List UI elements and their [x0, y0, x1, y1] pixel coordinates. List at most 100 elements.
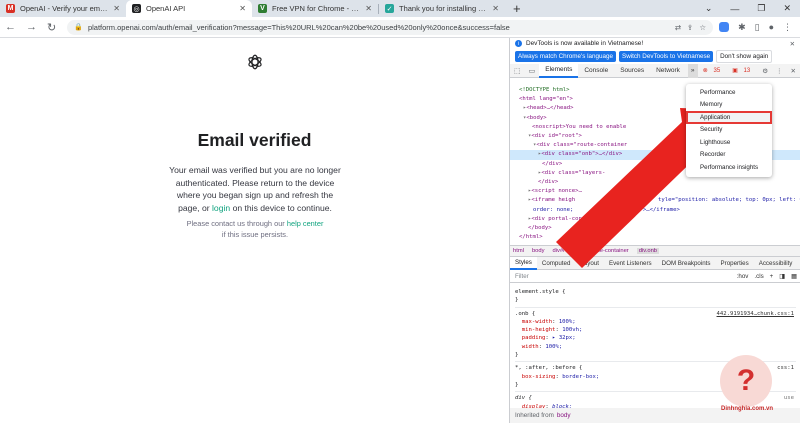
dom-line[interactable]: ▸<div portal-conta	[510, 215, 800, 224]
menu-item-recorder[interactable]: Recorder	[686, 149, 772, 162]
computed-sidebar-icon[interactable]: ◨	[779, 273, 785, 280]
dom-line[interactable]: </body>	[510, 224, 800, 233]
tab-openai-api[interactable]: ◎ OpenAI API ✕	[126, 0, 252, 17]
breadcrumb-item-current[interactable]: div.onb	[636, 248, 660, 254]
info-icon: i	[515, 40, 522, 47]
verification-message: Your email was verified but you are no l…	[165, 164, 345, 214]
extensions-puzzle-icon[interactable]: ✱	[738, 22, 746, 33]
dom-text: <script nonce>…	[531, 188, 582, 195]
forward-icon[interactable]: →	[21, 21, 42, 33]
kebab-icon[interactable]: ⋮	[772, 67, 787, 75]
close-icon[interactable]: ✕	[790, 40, 795, 48]
hover-state-button[interactable]: :hov	[737, 273, 749, 280]
tab-layout[interactable]: Layout	[575, 257, 604, 270]
dont-show-again-button[interactable]: Don't show again	[716, 50, 773, 63]
minimize-icon[interactable]: —	[721, 4, 748, 14]
dom-text: den;">…</iframe>	[626, 206, 680, 213]
match-language-button[interactable]: Always match Chrome's language	[515, 51, 617, 62]
profile-avatar-icon[interactable]: ●	[769, 22, 774, 32]
breadcrumb-item[interactable]: body	[532, 248, 545, 254]
share-icon[interactable]: ⇪	[687, 23, 693, 32]
issue-count-badge[interactable]: ▣ 13	[728, 67, 758, 75]
tab-console[interactable]: Console	[578, 64, 614, 78]
dom-text: tyle="position: absolute; top: 0px; left…	[658, 197, 800, 204]
tab-network[interactable]: Network	[650, 64, 686, 78]
error-count-badge[interactable]: ⊗ 35	[699, 67, 728, 75]
tab-event-listeners[interactable]: Event Listeners	[604, 257, 657, 270]
new-rule-icon[interactable]: +	[770, 273, 774, 280]
close-window-icon[interactable]: ✕	[774, 3, 800, 14]
dom-line[interactable]: </div>	[510, 178, 800, 187]
tab-elements[interactable]: Elements	[539, 63, 579, 78]
filter-input[interactable]: Filter	[515, 273, 529, 280]
dom-text: </div>	[538, 179, 559, 186]
menu-item-memory[interactable]: Memory	[686, 99, 772, 112]
gmail-icon: M	[6, 4, 15, 13]
chevron-down-icon[interactable]: ⌄	[696, 3, 722, 14]
close-icon[interactable]: ✕	[239, 4, 246, 13]
close-icon[interactable]: ✕	[492, 4, 499, 13]
maximize-icon[interactable]: ❐	[748, 3, 774, 14]
watermark-text: Dinhnghia.com.vn	[721, 406, 774, 412]
style-rule[interactable]: element.style { }	[515, 286, 796, 308]
menu-item-performance-insights[interactable]: Performance insights	[686, 161, 772, 174]
device-toggle-icon[interactable]: ▭	[525, 67, 540, 75]
dom-line[interactable]: order: none; den;">…</iframe>	[510, 206, 800, 215]
menu-item-security[interactable]: Security	[686, 124, 772, 137]
inherited-tag[interactable]: body	[557, 412, 571, 419]
rendering-icon[interactable]: ▦	[791, 273, 797, 280]
tab-label: OpenAI API	[146, 4, 186, 13]
new-tab-button[interactable]: +	[505, 0, 529, 17]
tab-styles[interactable]: Styles	[510, 256, 537, 270]
breadcrumb: html body div#root div.route-container d…	[510, 245, 800, 257]
dom-line[interactable]: </html>	[510, 233, 800, 242]
tab-free-vpn[interactable]: V Free VPN for Chrome - VPN Proxy ✕	[252, 0, 378, 17]
breadcrumb-item[interactable]: html	[513, 248, 524, 254]
help-center-link[interactable]: help center	[287, 219, 324, 228]
tab-sources[interactable]: Sources	[614, 64, 650, 78]
rule-source-link[interactable]: 442.9191934…chunk.css:1	[717, 310, 794, 318]
rule-selector: *, :after, :before {	[515, 365, 583, 372]
inspect-icon[interactable]: ⬚	[510, 67, 525, 75]
close-icon[interactable]: ✕	[787, 67, 800, 75]
dom-text: <iframe heigh	[531, 197, 576, 204]
rule-brace: }	[515, 352, 519, 359]
css-property: width	[521, 343, 539, 350]
breadcrumb-item[interactable]: div#root	[553, 248, 574, 254]
banner-text: DevTools is now available in Vietnamese!	[526, 40, 644, 47]
menu-item-application[interactable]: Application	[686, 111, 772, 124]
sidebar-icon[interactable]: ▯	[755, 22, 760, 33]
more-tabs-button[interactable]: »	[687, 63, 698, 78]
menu-item-lighthouse[interactable]: Lighthouse	[686, 136, 772, 149]
vpn-extension-icon[interactable]	[719, 22, 730, 32]
translate-icon[interactable]: ⇄	[675, 23, 681, 32]
dom-text: order: none;	[533, 206, 574, 213]
tab-accessibility[interactable]: Accessibility	[754, 257, 798, 270]
address-bar[interactable]: 🔒 platform.openai.com/auth/email_verific…	[67, 19, 714, 35]
dom-text: <html lang="en">	[519, 96, 573, 103]
close-icon[interactable]: ✕	[113, 4, 120, 13]
gear-icon[interactable]: ⚙	[758, 67, 772, 75]
login-link[interactable]: login	[212, 203, 230, 213]
lock-icon[interactable]: 🔒	[74, 23, 83, 31]
tab-gmail[interactable]: M OpenAI - Verify your email - kha ✕	[0, 0, 126, 17]
tab-dom-breakpoints[interactable]: DOM Breakpoints	[657, 257, 716, 270]
css-value: 100%;	[545, 343, 563, 350]
breadcrumb-item[interactable]: div.route-container	[581, 248, 629, 254]
reload-icon[interactable]: ↻	[42, 21, 61, 34]
dom-line[interactable]: ▸<iframe heigh tyle="position: absolute; …	[510, 196, 800, 205]
menu-kebab-icon[interactable]: ⋮	[783, 22, 792, 33]
watermark-glyph: ?	[736, 364, 756, 397]
dom-line[interactable]: ▸<script nonce>…	[510, 187, 800, 196]
tab-computed[interactable]: Computed	[537, 257, 576, 270]
menu-item-performance[interactable]: Performance	[686, 86, 772, 99]
switch-language-button[interactable]: Switch DevTools to Vietnamese	[619, 51, 714, 62]
close-icon[interactable]: ✕	[365, 4, 372, 13]
style-rule[interactable]: .onb { 442.9191934…chunk.css:1 max-width…	[515, 308, 796, 363]
class-toggle-button[interactable]: .cls	[754, 273, 763, 280]
bookmark-star-icon[interactable]: ☆	[699, 23, 706, 32]
back-icon[interactable]: ←	[0, 21, 21, 33]
tab-veepn[interactable]: ✓ Thank you for installing VeePN ✕	[379, 0, 505, 17]
css-value: 100vh;	[562, 327, 583, 334]
tab-properties[interactable]: Properties	[716, 257, 754, 270]
